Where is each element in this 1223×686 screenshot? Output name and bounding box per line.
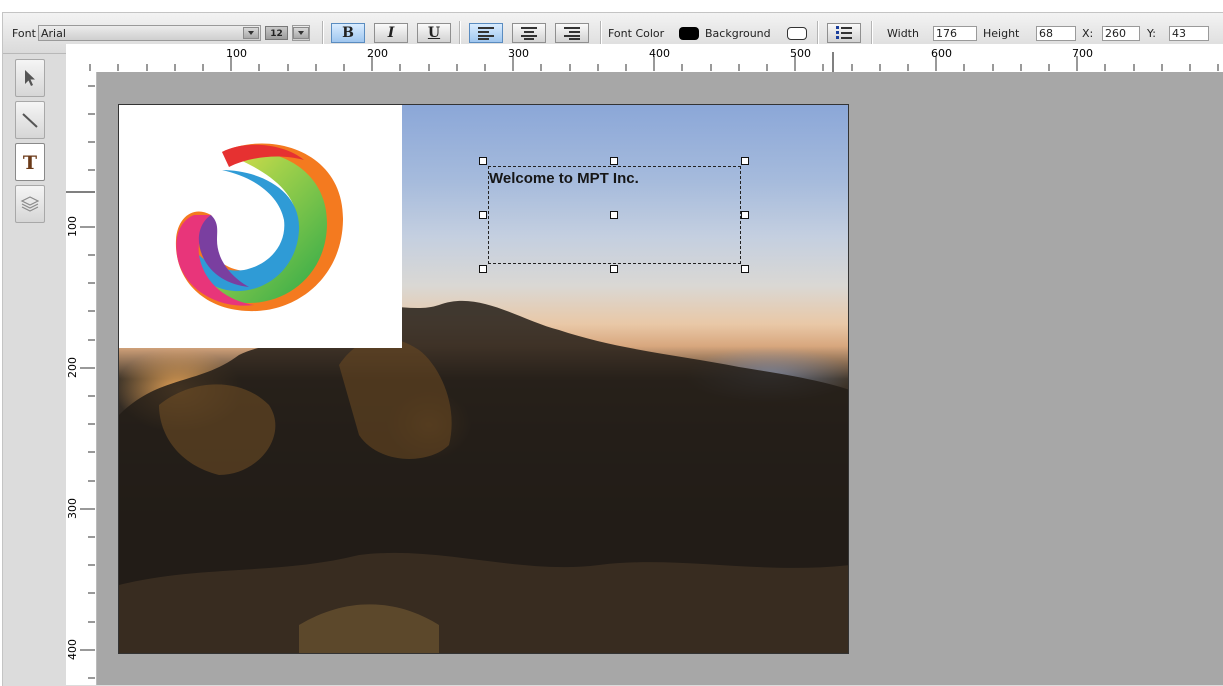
toolbar-separator [600, 21, 602, 45]
resize-handle-bottom-center[interactable] [610, 265, 618, 273]
vertical-ruler: 100 200 300 400 [66, 72, 97, 685]
font-size-chevron-icon[interactable] [293, 27, 309, 39]
ruler-top-label-100: 100 [226, 47, 247, 60]
x-label: X: [1082, 26, 1094, 40]
line-icon [22, 113, 38, 128]
resize-handle-top-right[interactable] [741, 157, 749, 165]
ruler-top-label-300: 300 [508, 47, 529, 60]
width-input[interactable]: 176 [933, 25, 977, 41]
ruler-left-label-400: 400 [66, 639, 79, 660]
font-family-value: Arial [41, 27, 66, 40]
layers-icon [20, 196, 40, 212]
ruler-left-label-100: 100 [66, 216, 79, 237]
ruler-top-label-400: 400 [649, 47, 670, 60]
toolbar-separator [871, 21, 873, 45]
x-input[interactable]: 260 [1102, 25, 1140, 41]
font-size-select[interactable]: 12 [265, 26, 288, 40]
underline-button[interactable]: U [417, 23, 451, 43]
align-center-icon [521, 27, 537, 40]
ruler-top-label-500: 500 [790, 47, 811, 60]
resize-handle-middle-left[interactable] [479, 211, 487, 219]
background-label: Background [705, 26, 771, 40]
list-button[interactable] [827, 23, 861, 43]
design-page[interactable]: Welcome to MPT Inc. [118, 104, 849, 654]
align-right-button[interactable] [555, 23, 589, 43]
resize-handle-bottom-left[interactable] [479, 265, 487, 273]
resize-handle-top-center[interactable] [610, 157, 618, 165]
line-tool-button[interactable] [15, 101, 45, 139]
background-color-swatch[interactable] [787, 26, 807, 40]
align-left-icon [478, 27, 494, 40]
italic-button[interactable]: I [374, 23, 408, 43]
font-family-select[interactable]: Arial [38, 25, 261, 41]
resize-handle-middle-right[interactable] [741, 211, 749, 219]
ruler-top-label-700: 700 [1072, 47, 1093, 60]
ruler-top-label-600: 600 [931, 47, 952, 60]
font-label: Font [12, 26, 36, 40]
bulleted-list-icon [836, 26, 852, 39]
ruler-left-label-300: 300 [66, 498, 79, 519]
text-t-icon: T [23, 152, 37, 172]
pointer-tool-button[interactable] [15, 59, 45, 97]
toolbar-separator [322, 21, 324, 45]
toolbar-separator [459, 21, 461, 45]
width-label: Width [887, 26, 919, 40]
ruler-left-label-200: 200 [66, 357, 79, 378]
font-color-label: Font Color [608, 26, 665, 40]
text-box-content[interactable]: Welcome to MPT Inc. [489, 170, 639, 187]
y-label: Y: [1147, 26, 1156, 40]
pointer-arrow-icon [25, 70, 35, 86]
tool-palette: T [15, 59, 47, 227]
resize-handle-bottom-right[interactable] [741, 265, 749, 273]
font-size-dropdown[interactable] [292, 25, 310, 41]
horizontal-ruler: 100 200 300 400 500 600 700 [66, 44, 1223, 73]
swirl-logo-icon [175, 143, 344, 312]
layers-tool-button[interactable] [15, 185, 45, 223]
resize-handle-top-left[interactable] [479, 157, 487, 165]
toolbar-separator [817, 21, 819, 45]
svg-text:T: T [23, 152, 37, 172]
font-dropdown-chevron-icon[interactable] [243, 27, 259, 39]
height-input[interactable]: 68 [1036, 25, 1076, 41]
bold-button[interactable]: B [331, 23, 365, 43]
vertical-ruler-ticks [66, 85, 95, 679]
logo-image[interactable] [119, 105, 402, 348]
text-tool-button[interactable]: T [15, 143, 45, 181]
align-center-button[interactable] [512, 23, 546, 43]
font-color-swatch[interactable] [679, 26, 699, 40]
y-input[interactable]: 43 [1169, 25, 1209, 41]
align-left-button[interactable] [469, 23, 503, 43]
resize-handle-center[interactable] [610, 211, 618, 219]
align-right-icon [564, 27, 580, 40]
height-label: Height [983, 26, 1020, 40]
ruler-top-label-200: 200 [367, 47, 388, 60]
